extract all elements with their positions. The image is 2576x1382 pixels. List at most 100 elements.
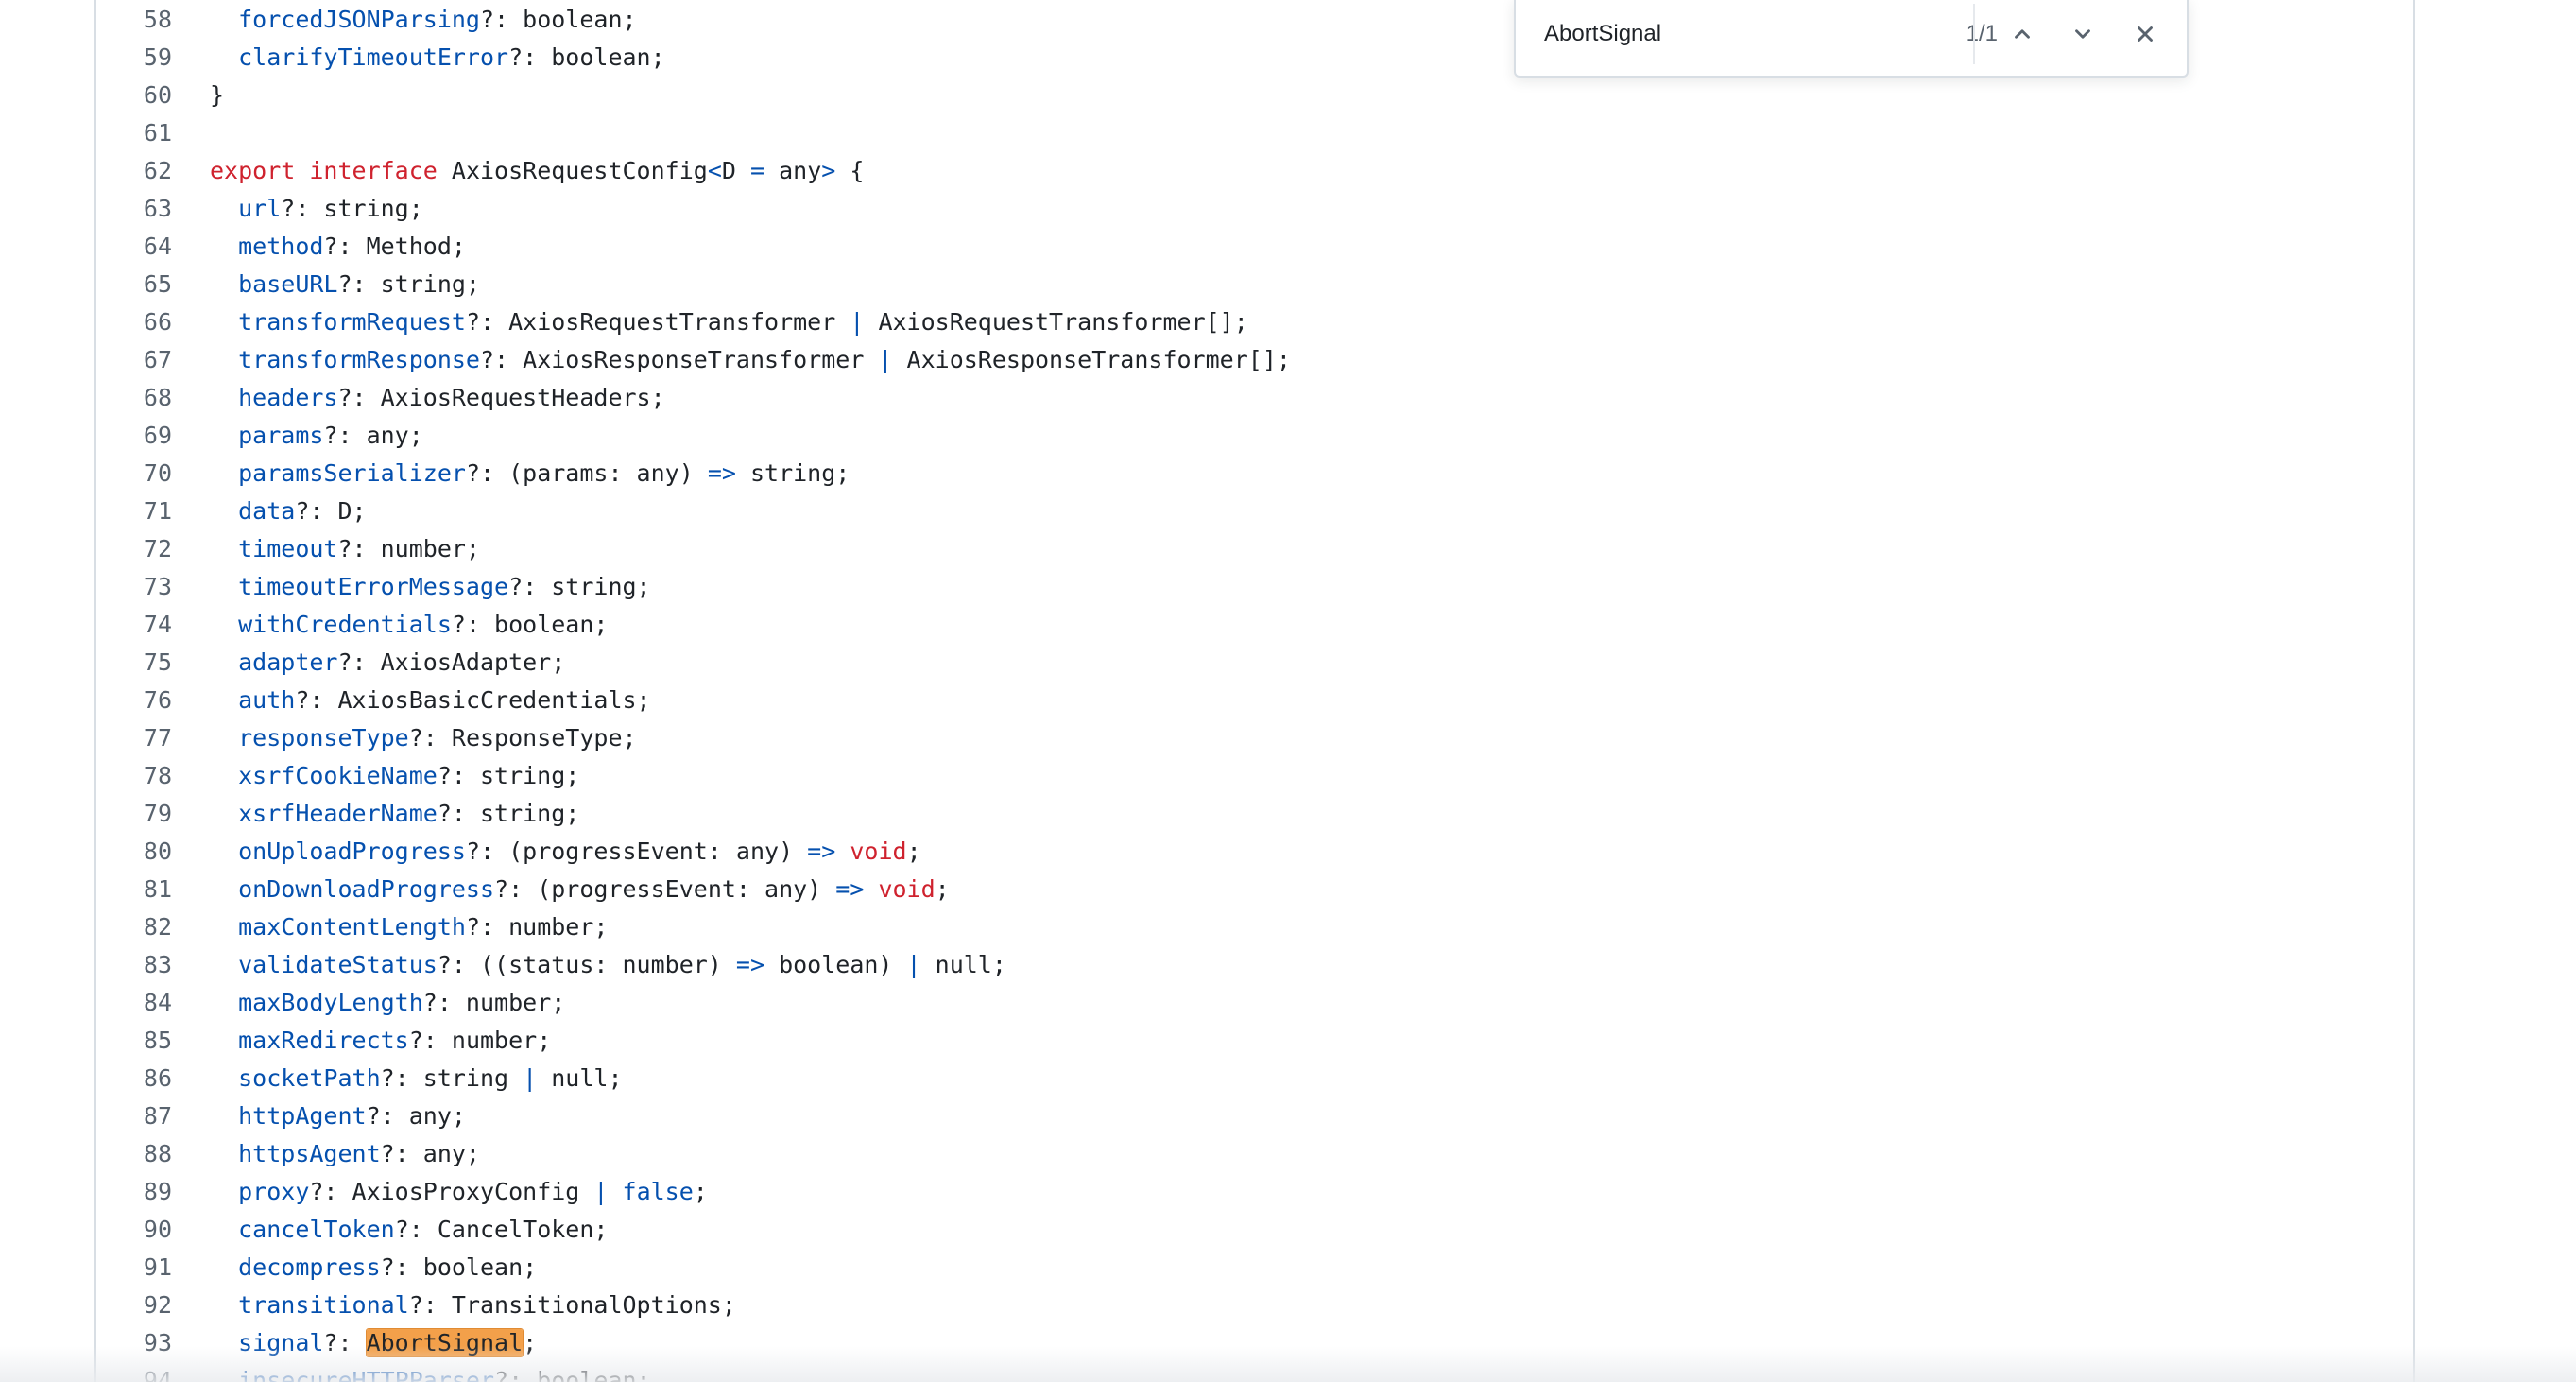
line-number[interactable]: 91 <box>96 1253 172 1281</box>
code-token: interface <box>309 156 438 184</box>
line-source: socketPath?: string | null; <box>172 1063 622 1092</box>
line-number[interactable]: 77 <box>96 724 172 751</box>
line-number[interactable]: 88 <box>96 1140 172 1167</box>
code-token: ?: string; <box>281 194 423 222</box>
line-number[interactable]: 93 <box>96 1329 172 1356</box>
code-line: 77 responseType?: ResponseType; <box>96 718 2413 756</box>
next-match-button[interactable] <box>2060 11 2105 57</box>
line-source: proxy?: AxiosProxyConfig | false; <box>172 1178 708 1205</box>
find-input[interactable] <box>1544 15 1903 53</box>
line-number[interactable]: 73 <box>96 573 172 600</box>
code-token: transformRequest <box>238 307 466 336</box>
code-token: ?: boolean; <box>380 1252 538 1281</box>
line-source: headers?: AxiosRequestHeaders; <box>172 384 665 411</box>
code-token: | <box>850 307 865 336</box>
code-token: ?: number; <box>422 988 566 1016</box>
code-token: ?: AxiosRequestHeaders; <box>337 383 665 411</box>
close-find-button[interactable] <box>2122 11 2168 57</box>
code-line: 75 adapter?: AxiosAdapter; <box>96 643 2413 681</box>
line-source: httpAgent?: any; <box>172 1102 466 1130</box>
line-number[interactable]: 89 <box>96 1178 172 1205</box>
code-token: ?: AxiosAdapter; <box>337 648 566 676</box>
line-source: method?: Method; <box>172 233 466 260</box>
code-token: ?: string; <box>508 572 651 600</box>
line-number[interactable]: 63 <box>96 195 172 222</box>
line-number[interactable]: 60 <box>96 81 172 109</box>
line-number[interactable]: 80 <box>96 838 172 865</box>
code-line: 72 timeout?: number; <box>96 529 2413 567</box>
code-token: | <box>906 950 921 978</box>
line-number[interactable]: 86 <box>96 1064 172 1092</box>
code-token: ?: (progressEvent: any) <box>494 874 836 903</box>
line-number[interactable]: 90 <box>96 1216 172 1243</box>
code-token: signal <box>238 1328 324 1356</box>
code-token: | <box>523 1063 538 1092</box>
line-number[interactable]: 71 <box>96 497 172 525</box>
code-token: ?: AxiosBasicCredentials; <box>295 685 651 714</box>
line-number[interactable]: 69 <box>96 422 172 449</box>
line-number[interactable]: 81 <box>96 875 172 903</box>
line-source: signal?: AbortSignal; <box>172 1328 537 1356</box>
line-number[interactable]: 82 <box>96 913 172 941</box>
line-number[interactable]: 83 <box>96 951 172 978</box>
code-token: ?: boolean; <box>508 43 665 71</box>
line-number[interactable]: 70 <box>96 459 172 487</box>
code-line: 89 proxy?: AxiosProxyConfig | false; <box>96 1172 2413 1210</box>
line-number[interactable]: 85 <box>96 1027 172 1054</box>
line-number[interactable]: 68 <box>96 384 172 411</box>
line-number[interactable]: 84 <box>96 989 172 1016</box>
code-token: ?: Method; <box>323 232 466 260</box>
code-token: url <box>238 194 282 222</box>
line-number[interactable]: 65 <box>96 270 172 298</box>
line-number[interactable]: 94 <box>96 1367 172 1382</box>
line-number[interactable]: 87 <box>96 1102 172 1130</box>
line-source: auth?: AxiosBasicCredentials; <box>172 686 651 714</box>
line-number[interactable]: 76 <box>96 686 172 714</box>
code-line: 67 transformResponse?: AxiosResponseTran… <box>96 340 2413 378</box>
previous-match-button[interactable] <box>2000 11 2045 57</box>
line-number[interactable]: 61 <box>96 119 172 147</box>
code-token: AxiosRequestConfig <box>437 156 708 184</box>
line-number[interactable]: 79 <box>96 800 172 827</box>
line-number[interactable]: 78 <box>96 762 172 789</box>
line-number[interactable]: 59 <box>96 43 172 71</box>
chevron-down-icon <box>2075 29 2090 39</box>
code-view: 58 forcedJSONParsing?: boolean; 59 clarif… <box>94 0 2415 1382</box>
line-source: xsrfHeaderName?: string; <box>172 800 579 827</box>
code-token: adapter <box>238 648 338 676</box>
line-number[interactable]: 92 <box>96 1291 172 1319</box>
line-number[interactable]: 62 <box>96 157 172 184</box>
line-number[interactable]: 58 <box>96 6 172 33</box>
line-number[interactable]: 66 <box>96 308 172 336</box>
code-token: ?: CancelToken; <box>394 1215 609 1243</box>
search-match-highlight: AbortSignal <box>366 1328 524 1356</box>
code-token: ?: ((status: number) <box>437 950 736 978</box>
line-number[interactable]: 72 <box>96 535 172 562</box>
code-token: { <box>835 156 865 184</box>
code-token: ; <box>693 1177 708 1205</box>
line-number[interactable]: 64 <box>96 233 172 260</box>
code-line: 81 onDownloadProgress?: (progressEvent: … <box>96 870 2413 907</box>
code-line: 87 httpAgent?: any; <box>96 1097 2413 1134</box>
line-source: withCredentials?: boolean; <box>172 611 608 638</box>
find-divider <box>1973 4 1975 64</box>
code-token: string; <box>735 458 850 487</box>
code-token: export <box>210 156 296 184</box>
line-number[interactable]: 67 <box>96 346 172 373</box>
line-number[interactable]: 75 <box>96 648 172 676</box>
code-line: 92 transitional?: TransitionalOptions; <box>96 1286 2413 1323</box>
line-number[interactable]: 74 <box>96 611 172 638</box>
code-line: 78 xsrfCookieName?: string; <box>96 756 2413 794</box>
